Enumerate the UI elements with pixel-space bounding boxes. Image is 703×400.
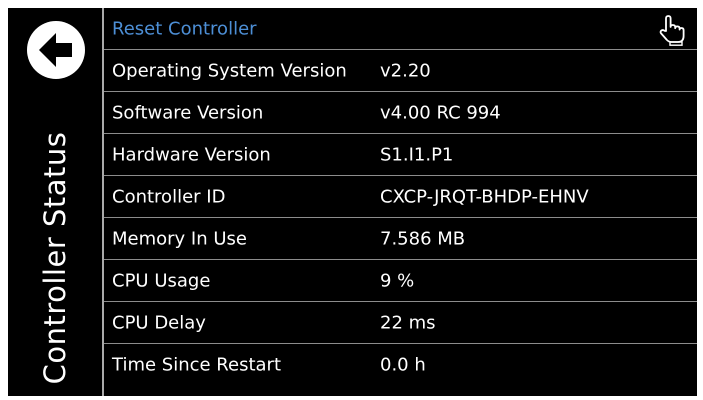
- info-row-memory-in-use: Memory In Use 7.586 MB: [104, 218, 697, 260]
- info-row-os-version: Operating System Version v2.20: [104, 50, 697, 92]
- row-value: CXCP-JRQT-BHDP-EHNV: [380, 186, 589, 207]
- row-value: v2.20: [380, 60, 431, 81]
- info-row-time-since-restart: Time Since Restart 0.0 h: [104, 344, 697, 386]
- back-arrow-icon: [27, 21, 85, 79]
- row-label: Memory In Use: [112, 228, 247, 249]
- row-value: 9 %: [380, 270, 415, 291]
- info-row-software-version: Software Version v4.00 RC 994: [104, 92, 697, 134]
- status-list: Reset Controller Operating System Versio…: [104, 8, 697, 396]
- row-value: 22 ms: [380, 312, 436, 333]
- page-title: Controller Status: [38, 131, 72, 385]
- row-value: v4.00 RC 994: [380, 102, 501, 123]
- back-button[interactable]: [26, 20, 86, 80]
- row-label: CPU Usage: [112, 270, 211, 291]
- row-label: Controller ID: [112, 186, 226, 207]
- info-row-cpu-usage: CPU Usage 9 %: [104, 260, 697, 302]
- row-value: S1.I1.P1: [380, 144, 454, 165]
- row-label: Time Since Restart: [112, 354, 281, 376]
- row-value: 0.0 h: [380, 354, 426, 376]
- reset-controller-button[interactable]: Reset Controller: [112, 18, 257, 39]
- info-row-controller-id: Controller ID CXCP-JRQT-BHDP-EHNV: [104, 176, 697, 218]
- row-label: Software Version: [112, 102, 264, 123]
- controller-status-screen: Controller Status Reset Controller Opera…: [8, 8, 697, 396]
- row-label: Operating System Version: [112, 60, 347, 81]
- info-row-hardware-version: Hardware Version S1.I1.P1: [104, 134, 697, 176]
- info-row-cpu-delay: CPU Delay 22 ms: [104, 302, 697, 344]
- row-label: CPU Delay: [112, 312, 206, 333]
- row-value: 7.586 MB: [380, 228, 466, 249]
- reset-controller-row[interactable]: Reset Controller: [104, 8, 697, 50]
- row-label: Hardware Version: [112, 144, 271, 165]
- sidebar: Controller Status: [8, 8, 102, 396]
- hand-pointer-icon: [659, 15, 685, 46]
